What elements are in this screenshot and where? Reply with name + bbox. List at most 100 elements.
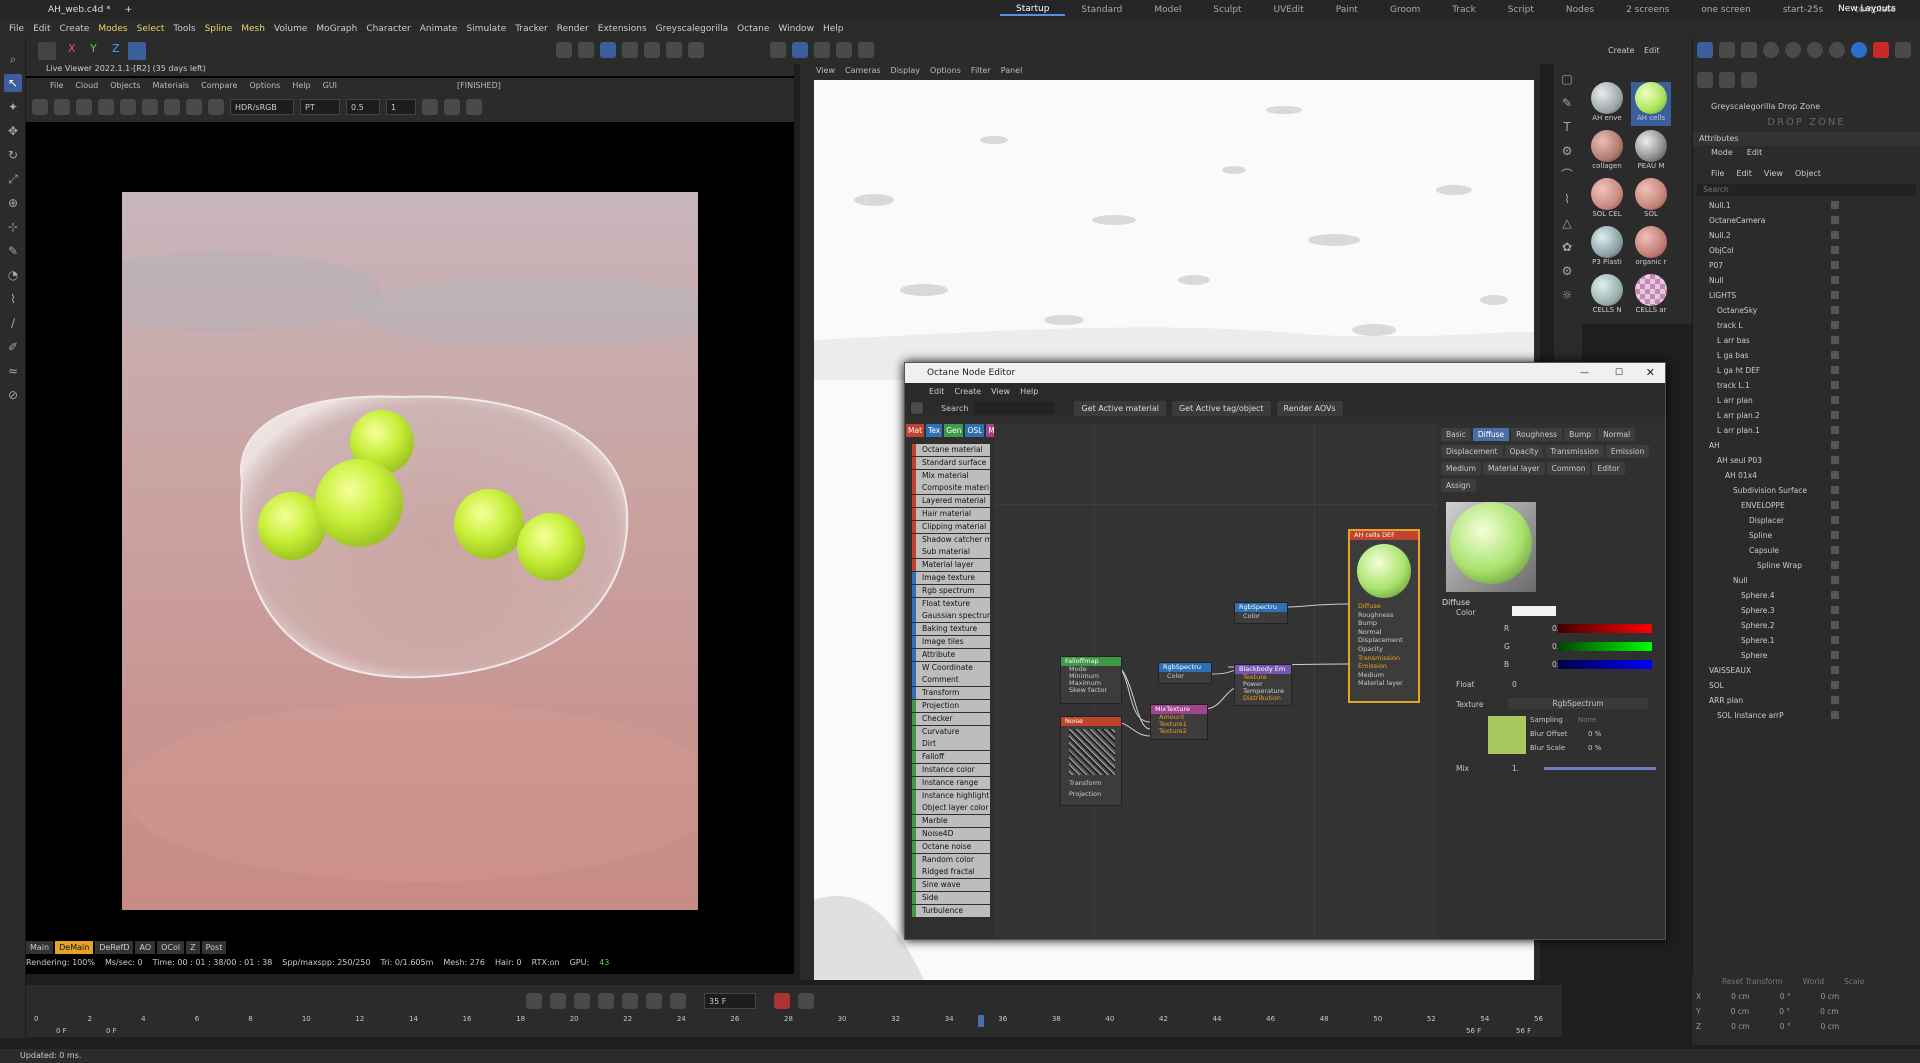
vp-menu-panel[interactable]: Panel: [1001, 66, 1023, 75]
visibility-dot-icon[interactable]: [1831, 351, 1839, 359]
layout-paint[interactable]: Paint: [1320, 5, 1374, 15]
object-tree-item[interactable]: track L.1: [1699, 378, 1920, 393]
lv-menu-help[interactable]: Help: [292, 81, 310, 90]
render-settings-icon[interactable]: [836, 42, 852, 58]
rotate-tool-icon[interactable]: ↻: [4, 146, 22, 164]
layout-track[interactable]: Track: [1436, 5, 1492, 15]
node-list-item[interactable]: Octane material: [912, 444, 990, 456]
get-active-tag-button[interactable]: Get Active tag/object: [1171, 400, 1271, 416]
coord-z-pos[interactable]: 0 cm: [1731, 1019, 1750, 1034]
blend-icon[interactable]: [1719, 72, 1735, 88]
object-tree-item[interactable]: L ga ht DEF: [1699, 363, 1920, 378]
material-swatch[interactable]: AH enve: [1587, 82, 1627, 126]
start-frame-field-2[interactable]: 0 F: [106, 1027, 117, 1035]
visibility-dot-icon[interactable]: [1831, 501, 1839, 509]
object-tree-item[interactable]: ObjCol: [1699, 243, 1920, 258]
layout-nodes[interactable]: Nodes: [1550, 5, 1610, 15]
falloff-node[interactable]: Falloffmap Mode Minimum Maximum Skew fac…: [1060, 656, 1122, 704]
object-tree-item[interactable]: ENVELOPPE: [1699, 498, 1920, 513]
visibility-dot-icon[interactable]: [1831, 456, 1839, 464]
z-axis-lock[interactable]: Z: [112, 42, 120, 55]
visibility-dot-icon[interactable]: [1831, 546, 1839, 554]
object-tree-item[interactable]: Capsule: [1699, 543, 1920, 558]
visibility-dot-icon[interactable]: [1831, 666, 1839, 674]
lv-menu-file[interactable]: File: [50, 81, 63, 90]
float-value[interactable]: 0: [1512, 680, 1517, 689]
menu-extensions[interactable]: Extensions: [598, 24, 647, 34]
node-list-item[interactable]: Noise4D: [912, 827, 990, 840]
next-key-icon[interactable]: [646, 993, 662, 1009]
layout-2screens[interactable]: 2 screens: [1610, 5, 1685, 15]
document-tab[interactable]: AH_web.c4d *: [48, 5, 111, 15]
visibility-dot-icon[interactable]: [1831, 591, 1839, 599]
node-category-tab[interactable]: OSL: [965, 424, 985, 437]
inspector-tab[interactable]: Roughness: [1511, 428, 1563, 441]
inspector-tab[interactable]: Opacity: [1504, 445, 1544, 458]
go-end-icon[interactable]: [670, 993, 686, 1009]
inspector-tab[interactable]: Displacement: [1441, 445, 1503, 458]
pick-icon[interactable]: [208, 99, 224, 115]
checker-icon[interactable]: [1895, 42, 1911, 58]
axis-mode-icon[interactable]: [644, 42, 660, 58]
node-list-item[interactable]: Baking texture: [912, 623, 990, 636]
visibility-dot-icon[interactable]: [1831, 261, 1839, 269]
object-tree-item[interactable]: L ga bas: [1699, 348, 1920, 363]
menu-octane[interactable]: Octane: [737, 24, 769, 34]
lv-tab-post[interactable]: Post: [201, 941, 227, 954]
inspector-tab[interactable]: Editor: [1592, 462, 1625, 475]
lv-menu-compare[interactable]: Compare: [201, 81, 237, 90]
object-tree-item[interactable]: Null.1: [1699, 198, 1920, 213]
object-tree-item[interactable]: Sphere.1: [1699, 633, 1920, 648]
object-tree-item[interactable]: L arr plan.2: [1699, 408, 1920, 423]
stop-icon[interactable]: [164, 99, 180, 115]
spline-pen-icon[interactable]: ✎: [4, 242, 22, 260]
node-list-item[interactable]: Projection: [912, 699, 990, 712]
undo-icon[interactable]: [38, 42, 56, 60]
layout-startup[interactable]: Startup: [1000, 4, 1066, 16]
menu-mesh[interactable]: Mesh: [241, 24, 265, 34]
lv-menu-options[interactable]: Options: [249, 81, 280, 90]
node-list-item[interactable]: Turbulence: [912, 904, 990, 917]
node-list-item[interactable]: Curvature: [912, 725, 990, 738]
autokey-icon[interactable]: [798, 993, 814, 1009]
ne-menu-edit[interactable]: Edit: [929, 387, 945, 396]
visibility-dot-icon[interactable]: [1831, 711, 1839, 719]
object-tree-item[interactable]: Sphere: [1699, 648, 1920, 663]
knife-tool-icon[interactable]: ⌇: [4, 290, 22, 308]
light-tool-icon[interactable]: ☼: [1558, 286, 1576, 304]
mat-menu-edit[interactable]: Edit: [1644, 46, 1660, 55]
object-tree-item[interactable]: AH: [1699, 438, 1920, 453]
grid-icon[interactable]: [770, 42, 786, 58]
clay-icon[interactable]: [186, 99, 202, 115]
current-frame-field[interactable]: 35 F: [704, 993, 756, 1009]
live-select-icon[interactable]: ✦: [4, 98, 22, 116]
menu-greyscalegorilla[interactable]: Greyscalegorilla: [656, 24, 728, 34]
menu-edit[interactable]: Edit: [33, 24, 50, 34]
object-tree-item[interactable]: Sphere.2: [1699, 618, 1920, 633]
move-tool-icon[interactable]: ✥: [4, 122, 22, 140]
blackbody-emission-node[interactable]: Blackbody Em Texture Power Temperature D…: [1234, 664, 1292, 706]
object-tree-item[interactable]: Sphere.4: [1699, 588, 1920, 603]
mixtexture-node[interactable]: MixTexture Amount Texture1 Texture2: [1150, 704, 1208, 740]
rgb-spectrum-node-1[interactable]: RgbSpectru Color: [1234, 602, 1288, 624]
node-list-item[interactable]: Dirt: [912, 738, 990, 751]
lv-menu-objects[interactable]: Objects: [110, 81, 140, 90]
dropzone-label[interactable]: DROP ZONE: [1693, 114, 1920, 132]
transform-tool-icon[interactable]: ⊕: [4, 194, 22, 212]
node-list-item[interactable]: Composite materi: [912, 482, 990, 495]
node-graph[interactable]: RgbSpectru Color RgbSpectru Color Fallof…: [994, 424, 1438, 938]
minimize-icon[interactable]: —: [1580, 363, 1589, 383]
layout-sculpt[interactable]: Sculpt: [1197, 5, 1257, 15]
lv-tab-demain[interactable]: DeMain: [55, 941, 94, 954]
scale-select[interactable]: Scale: [1844, 975, 1864, 989]
node-category-tab[interactable]: Mat: [906, 424, 925, 437]
lv-tab-z[interactable]: Z: [186, 941, 200, 954]
material-swatch[interactable]: collagen: [1587, 130, 1627, 174]
node-list-item[interactable]: Material layer: [912, 559, 990, 572]
visibility-dot-icon[interactable]: [1831, 696, 1839, 704]
lv-menu-materials[interactable]: Materials: [152, 81, 189, 90]
node-list-item[interactable]: Hair material: [912, 507, 990, 520]
material-swatch[interactable]: CELLS ar: [1631, 274, 1671, 318]
visibility-dot-icon[interactable]: [1831, 651, 1839, 659]
shuffle-icon[interactable]: [1741, 42, 1757, 58]
